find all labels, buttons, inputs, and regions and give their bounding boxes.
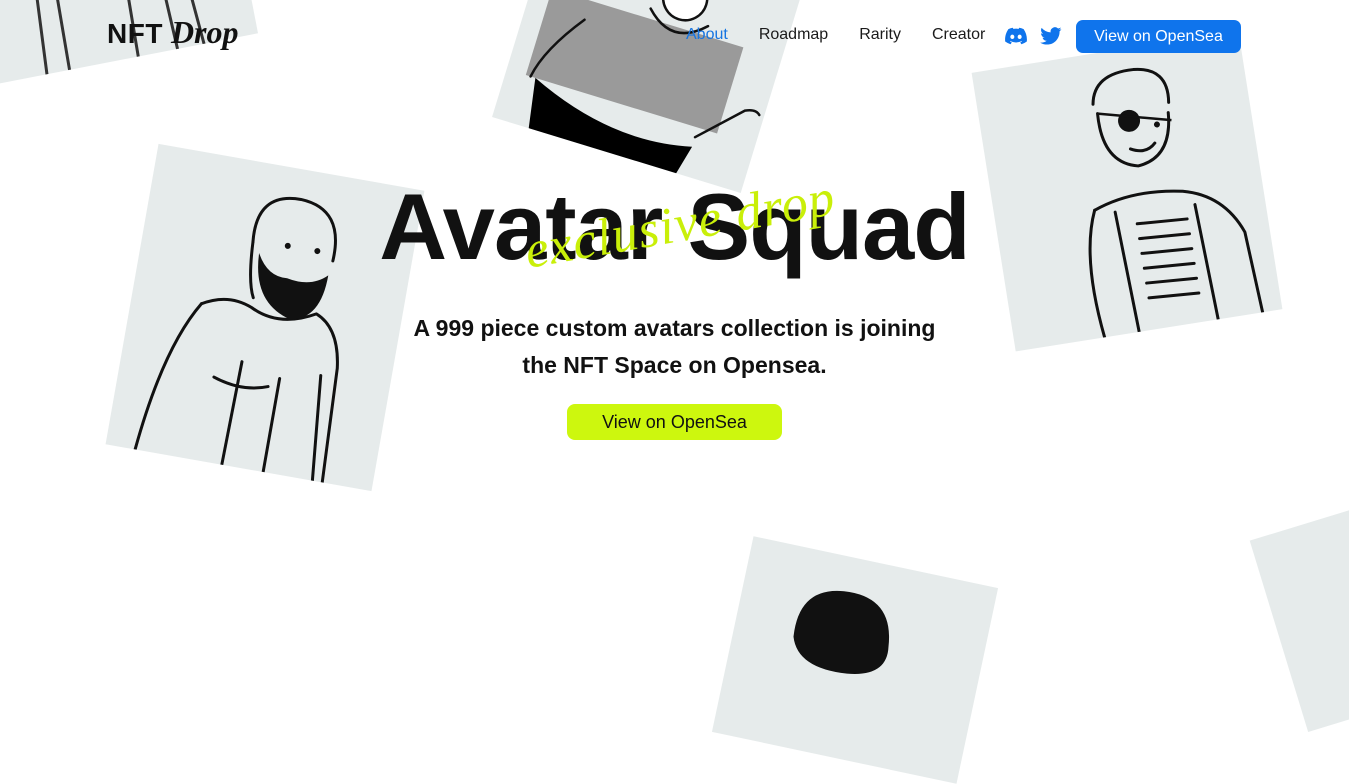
avatar-card-far-right <box>1249 488 1349 732</box>
nav-link-rarity[interactable]: Rarity <box>859 26 901 44</box>
nav-links: About Roadmap Rarity Creator <box>686 26 985 44</box>
brand-logo[interactable]: NFT Drop <box>107 14 239 51</box>
hero-view-on-opensea-button[interactable]: View on OpenSea <box>567 404 782 440</box>
nav-link-creator[interactable]: Creator <box>932 26 985 44</box>
hero-title: Avatar Squad <box>379 174 970 279</box>
hero-subtitle: A 999 piece custom avatars collection is… <box>413 315 936 378</box>
nav-link-roadmap[interactable]: Roadmap <box>759 26 828 44</box>
nav-link-about[interactable]: About <box>686 26 728 44</box>
top-navigation: NFT Drop About Roadmap Rarity Creator Vi… <box>0 0 1349 74</box>
nav-view-on-opensea-button[interactable]: View on OpenSea <box>1076 20 1241 53</box>
curly-hair-illustration <box>793 590 890 674</box>
twitter-icon[interactable] <box>1039 24 1063 48</box>
avatar-card-bottom <box>711 536 999 784</box>
logo-suffix: Drop <box>170 14 239 50</box>
logo-prefix: NFT <box>107 18 163 49</box>
discord-icon[interactable] <box>1004 24 1028 48</box>
